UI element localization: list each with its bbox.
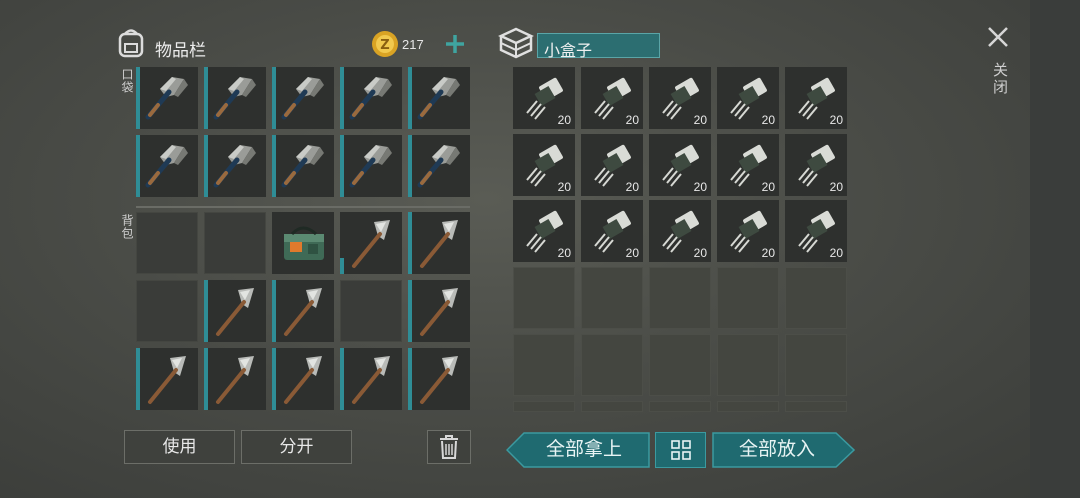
item-quantity: 20 [761, 113, 775, 127]
container-slot[interactable] [649, 401, 711, 412]
item-quantity: 20 [557, 246, 571, 260]
trash-icon [440, 435, 458, 459]
close-button[interactable]: 关闭 [989, 62, 1010, 96]
backpack-slot[interactable] [408, 212, 470, 274]
box-icon [498, 27, 534, 59]
container-slot[interactable]: 20 [581, 67, 643, 129]
backpack-slot[interactable] [340, 212, 402, 274]
container-slot[interactable]: 20 [513, 200, 575, 262]
container-slot[interactable] [513, 401, 575, 412]
coin-icon: Z [372, 31, 398, 57]
item-quantity: 20 [625, 113, 639, 127]
item-quantity: 20 [625, 246, 639, 260]
backpack-slot[interactable] [204, 348, 266, 410]
pocket-slot[interactable] [272, 135, 334, 197]
container-slot[interactable]: 20 [785, 67, 847, 129]
item-quantity: 20 [693, 113, 707, 127]
container-slot[interactable] [717, 401, 779, 412]
backpack-slot[interactable] [408, 348, 470, 410]
item-quantity: 20 [693, 180, 707, 194]
split-button[interactable]: 分开 [241, 430, 352, 464]
item-quantity: 20 [557, 180, 571, 194]
pocket-slot[interactable] [340, 135, 402, 197]
container-slot[interactable] [581, 334, 643, 396]
item-quantity: 20 [625, 180, 639, 194]
backpack-slot[interactable] [272, 280, 334, 342]
container-slot[interactable] [785, 267, 847, 329]
backpack-slot[interactable] [408, 280, 470, 342]
pocket-slot[interactable] [272, 67, 334, 129]
container-slot[interactable]: 20 [649, 67, 711, 129]
backpack-slot[interactable] [136, 348, 198, 410]
pocket-label: 口袋 [120, 68, 134, 94]
pocket-slot[interactable] [204, 67, 266, 129]
item-quantity: 20 [761, 246, 775, 260]
container-slot[interactable] [581, 401, 643, 412]
container-slot[interactable]: 20 [717, 200, 779, 262]
take-all-button[interactable]: 全部拿上 [520, 432, 648, 468]
container-name: 小盒子 [544, 43, 593, 60]
inventory-title: 物品栏 [155, 41, 206, 60]
item-quantity: 20 [761, 180, 775, 194]
backpack-slot[interactable] [136, 280, 198, 342]
use-button[interactable]: 使用 [124, 430, 235, 464]
container-slot[interactable]: 20 [581, 134, 643, 196]
container-slot[interactable] [513, 334, 575, 396]
container-slot[interactable] [785, 401, 847, 412]
container-slot[interactable] [717, 334, 779, 396]
backpack-label: 背包 [120, 214, 134, 240]
container-slot[interactable]: 20 [513, 134, 575, 196]
backpack-slot[interactable] [340, 280, 402, 342]
pocket-slot[interactable] [136, 67, 198, 129]
sort-grid-icon [671, 440, 691, 460]
coin-count: 217 [402, 37, 424, 52]
container-slot[interactable]: 20 [513, 67, 575, 129]
trash-button[interactable] [427, 430, 471, 464]
pocket-slot[interactable] [408, 135, 470, 197]
section-divider [136, 206, 470, 208]
backpack-slot[interactable] [204, 212, 266, 274]
backpack-slot[interactable] [272, 212, 334, 274]
container-slot[interactable] [513, 267, 575, 329]
container-slot[interactable]: 20 [785, 134, 847, 196]
backpack-slot[interactable] [204, 280, 266, 342]
right-edge-shade [1030, 0, 1080, 498]
backpack-slot[interactable] [272, 348, 334, 410]
backpack-slot[interactable] [136, 212, 198, 274]
container-slot[interactable] [649, 267, 711, 329]
item-quantity: 20 [557, 113, 571, 127]
container-slot[interactable]: 20 [717, 134, 779, 196]
container-slot[interactable]: 20 [785, 200, 847, 262]
put-all-button[interactable]: 全部放入 [712, 432, 842, 468]
item-quantity: 20 [829, 180, 843, 194]
pocket-slot[interactable] [136, 135, 198, 197]
svg-text:Z: Z [380, 38, 389, 53]
pocket-slot[interactable] [204, 135, 266, 197]
item-quantity: 20 [693, 246, 707, 260]
container-slot[interactable]: 20 [649, 134, 711, 196]
item-quantity: 20 [829, 246, 843, 260]
container-slot[interactable]: 20 [649, 200, 711, 262]
plus-icon[interactable] [444, 33, 466, 55]
backpack-slot[interactable] [340, 348, 402, 410]
container-slot[interactable] [649, 334, 711, 396]
item-quantity: 20 [829, 113, 843, 127]
pocket-slot[interactable] [340, 67, 402, 129]
close-x-icon[interactable] [987, 26, 1009, 48]
container-slot[interactable] [717, 267, 779, 329]
container-slot[interactable]: 20 [581, 200, 643, 262]
container-slot[interactable] [785, 334, 847, 396]
container-name-field[interactable]: 小盒子 [537, 33, 660, 60]
pocket-slot[interactable] [408, 67, 470, 129]
container-slot[interactable]: 20 [717, 67, 779, 129]
container-slot[interactable] [581, 267, 643, 329]
backpack-icon [118, 29, 144, 58]
sort-button[interactable] [655, 432, 706, 468]
